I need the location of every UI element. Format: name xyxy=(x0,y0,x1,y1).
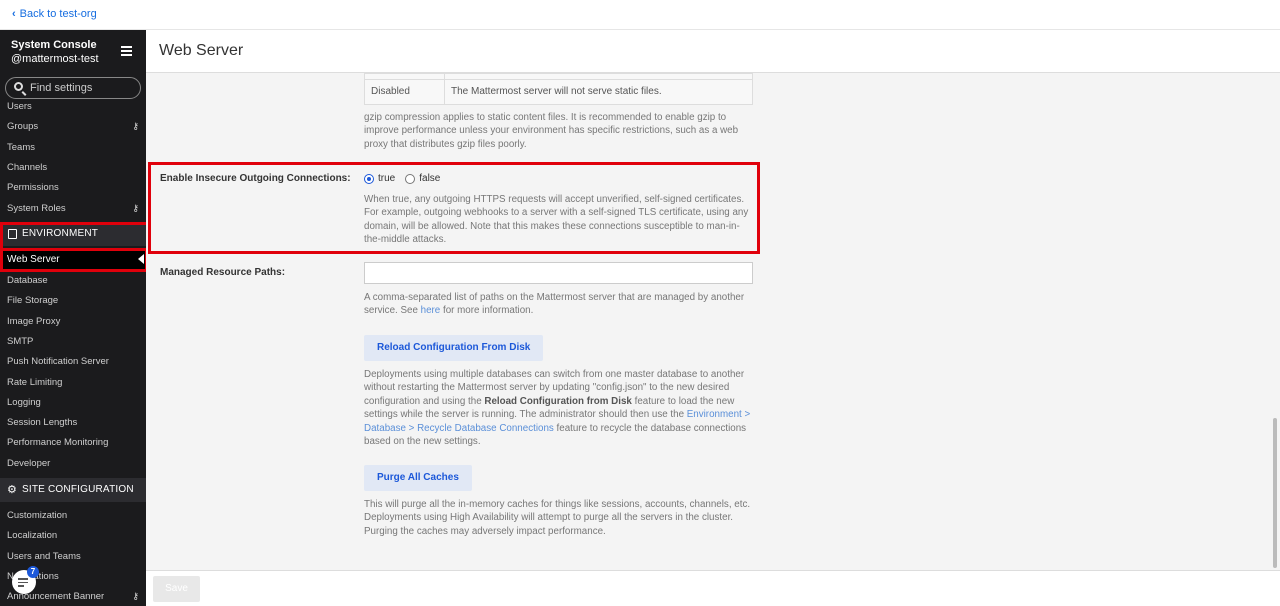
table-row: Disabled The Mattermost server will not … xyxy=(365,80,752,104)
main-panel: Web Server Disabled The Mattermost serve… xyxy=(146,30,1280,606)
section-site-configuration: ⚙ SITE CONFIGURATION xyxy=(0,478,146,502)
sidebar-item-label: Web Server xyxy=(7,254,60,265)
sidebar-item-permissions[interactable]: Permissions xyxy=(7,182,139,193)
settings-content: Disabled The Mattermost server will not … xyxy=(146,73,1270,570)
reload-config-button[interactable]: Reload Configuration From Disk xyxy=(364,335,544,361)
radio-false[interactable] xyxy=(405,173,416,184)
sidebar-item-channels[interactable]: Channels xyxy=(7,162,139,173)
sidebar-item-file-storage[interactable]: File Storage xyxy=(7,295,139,306)
radio-true-label[interactable]: true xyxy=(378,173,395,184)
notification-badge: 7 xyxy=(27,566,39,578)
active-indicator-icon xyxy=(138,254,144,264)
sidebar-item-customization[interactable]: Customization xyxy=(7,510,139,521)
sidebar-item-developer[interactable]: Developer xyxy=(7,458,139,469)
insecure-help-text: When true, any outgoing HTTPS requests w… xyxy=(364,194,749,246)
hamburger-menu-icon[interactable] xyxy=(121,46,132,56)
managed-paths-label: Managed Resource Paths: xyxy=(160,267,286,278)
search-icon xyxy=(14,82,23,91)
reload-help-text: Deployments using multiple databases can… xyxy=(364,368,756,448)
team-handle: @mattermost-test xyxy=(11,53,99,65)
sidebar: System Console @mattermost-test Find set… xyxy=(0,30,146,606)
top-bar: ‹ Back to test-org xyxy=(0,0,1280,30)
sidebar-item-rate-limiting[interactable]: Rate Limiting xyxy=(7,377,139,388)
key-icon: ⚷ xyxy=(132,591,139,601)
console-title: System Console xyxy=(11,39,97,51)
sidebar-item-groups[interactable]: Groups ⚷ xyxy=(7,121,139,132)
here-link[interactable]: here xyxy=(421,305,441,316)
highlight-box xyxy=(0,222,146,249)
sidebar-item-label: Groups xyxy=(7,121,39,132)
sidebar-item-label: System Roles xyxy=(7,203,66,214)
sidebar-item-logging[interactable]: Logging xyxy=(7,397,139,408)
help-text: for more information. xyxy=(440,305,534,317)
insecure-connections-label: Enable Insecure Outgoing Connections: xyxy=(160,173,351,184)
insecure-connections-radio-group: true false xyxy=(364,173,450,184)
purge-caches-button[interactable]: Purge All Caches xyxy=(364,465,472,491)
scrollbar-thumb[interactable] xyxy=(1273,418,1277,568)
key-icon: ⚷ xyxy=(132,203,139,213)
key-icon: ⚷ xyxy=(132,121,139,131)
search-input[interactable]: Find settings xyxy=(5,77,141,99)
sidebar-item-performance-monitoring[interactable]: Performance Monitoring xyxy=(7,437,139,448)
purge-help-text: This will purge all the in-memory caches… xyxy=(364,499,751,537)
sidebar-item-push-notification-server[interactable]: Push Notification Server xyxy=(7,356,139,367)
page-title: Web Server xyxy=(159,42,244,59)
sidebar-item-session-lengths[interactable]: Session Lengths xyxy=(7,417,139,428)
save-button[interactable]: Save xyxy=(153,576,200,602)
sidebar-item-smtp[interactable]: SMTP xyxy=(7,336,139,347)
table-cell: The Mattermost server will not serve sta… xyxy=(451,86,662,97)
sidebar-item-teams[interactable]: Teams xyxy=(7,142,139,153)
sidebar-item-web-server[interactable]: Web Server xyxy=(0,248,146,272)
sidebar-header: System Console @mattermost-test xyxy=(11,39,99,66)
back-link-label: Back to test-org xyxy=(19,8,97,20)
radio-false-label[interactable]: false xyxy=(419,173,440,184)
back-link[interactable]: ‹ Back to test-org xyxy=(12,8,97,20)
sidebar-item-system-roles[interactable]: System Roles ⚷ xyxy=(7,203,139,214)
footer-bar: Save xyxy=(146,570,1280,606)
gzip-help-text: gzip compression applies to static conte… xyxy=(364,112,739,150)
managed-paths-input[interactable] xyxy=(364,262,753,284)
sidebar-item-database[interactable]: Database xyxy=(7,275,139,286)
radio-true[interactable] xyxy=(364,173,374,184)
static-files-table: Disabled The Mattermost server will not … xyxy=(364,73,753,105)
main-header: Web Server xyxy=(146,30,1280,73)
managed-paths-help: A comma-separated list of paths on the M… xyxy=(364,291,756,318)
help-bold: Reload Configuration from Disk xyxy=(484,395,632,407)
scrollbar[interactable] xyxy=(1270,73,1280,570)
sidebar-item-users-and-teams[interactable]: Users and Teams xyxy=(7,551,139,562)
sidebar-item-users[interactable]: Users xyxy=(7,101,139,112)
sidebar-item-localization[interactable]: Localization xyxy=(7,530,139,541)
section-label: SITE CONFIGURATION xyxy=(22,484,134,495)
gear-icon: ⚙ xyxy=(7,484,18,496)
table-cell: Disabled xyxy=(365,80,445,104)
sidebar-item-image-proxy[interactable]: Image Proxy xyxy=(7,316,139,327)
chevron-left-icon: ‹ xyxy=(12,8,16,20)
search-placeholder: Find settings xyxy=(30,82,93,94)
